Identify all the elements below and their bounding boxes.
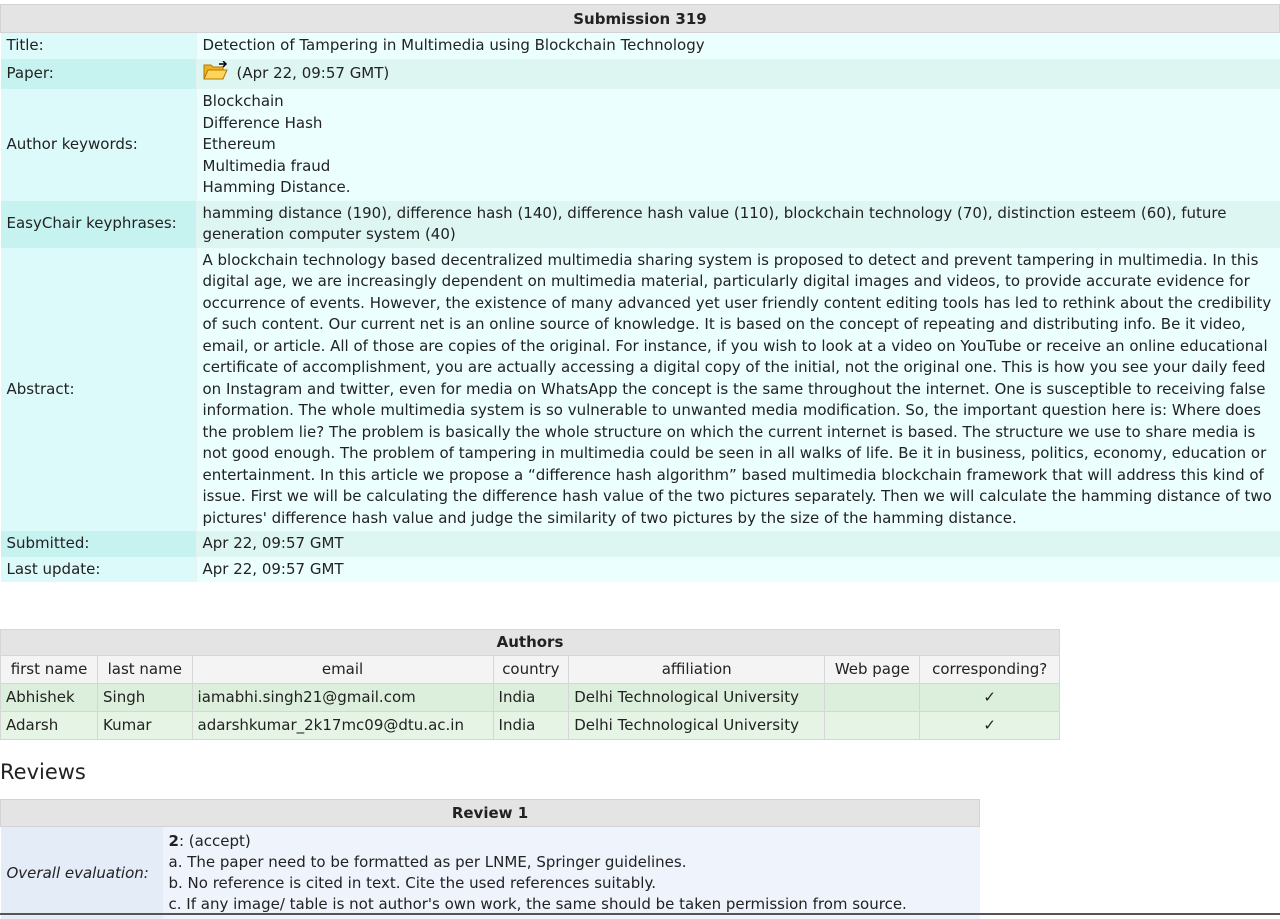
overall-evaluation-label: Overall evaluation:: [1, 827, 163, 919]
author-web-page: [825, 712, 920, 740]
overall-evaluation-value: 2: (accept) a. The paper need to be form…: [163, 827, 980, 919]
updated-value: Apr 22, 09:57 GMT: [196, 557, 1280, 583]
author-email: iamabhi.singh21@gmail.com: [192, 684, 493, 712]
table-row: Adarsh Kumar adarshkumar_2k17mc09@dtu.ac…: [1, 712, 1060, 740]
keywords-label: Author keywords:: [1, 89, 197, 201]
keyword: Difference Hash: [203, 113, 1275, 135]
review-caption: Review 1: [1, 800, 980, 827]
keyword: Blockchain: [203, 91, 1275, 113]
submission-table: Submission 319 Title: Detection of Tampe…: [0, 4, 1280, 582]
keyword: Ethereum: [203, 134, 1275, 156]
updated-label: Last update:: [1, 557, 197, 583]
bottom-divider: [0, 913, 1280, 915]
col-web-page: Web page: [825, 656, 920, 684]
col-affiliation: affiliation: [569, 656, 825, 684]
paper-date: (Apr 22, 09:57 GMT): [237, 64, 390, 82]
folder-open-icon[interactable]: [203, 61, 229, 88]
authors-table: Authors first name last name email count…: [0, 629, 1060, 740]
author-first-name: Abhishek: [1, 684, 98, 712]
author-affiliation: Delhi Technological University: [569, 684, 825, 712]
col-first-name: first name: [1, 656, 98, 684]
review-line: a. The paper need to be formatted as per…: [169, 852, 974, 873]
col-corresponding: corresponding?: [920, 656, 1060, 684]
keywords-list: Blockchain Difference Hash Ethereum Mult…: [196, 89, 1280, 201]
abstract-label: Abstract:: [1, 248, 197, 532]
author-last-name: Singh: [98, 684, 193, 712]
review-line: b. No reference is cited in text. Cite t…: [169, 873, 974, 894]
author-corresponding: ✓: [920, 684, 1060, 712]
paper-label: Paper:: [1, 59, 197, 90]
review-table: Review 1 Overall evaluation: 2: (accept)…: [0, 799, 980, 919]
col-country: country: [493, 656, 569, 684]
title-label: Title:: [1, 33, 197, 59]
keyword: Multimedia fraud: [203, 156, 1275, 178]
review-score: 2: [169, 832, 179, 850]
keyphrases-value: hamming distance (190), difference hash …: [196, 201, 1280, 248]
review-line: c. If any image/ table is not author's o…: [169, 894, 974, 915]
author-corresponding: ✓: [920, 712, 1060, 740]
paper-value: (Apr 22, 09:57 GMT): [196, 59, 1280, 90]
col-email: email: [192, 656, 493, 684]
author-last-name: Kumar: [98, 712, 193, 740]
reviews-heading: Reviews: [0, 760, 86, 784]
col-last-name: last name: [98, 656, 193, 684]
author-affiliation: Delhi Technological University: [569, 712, 825, 740]
keyphrases-label: EasyChair keyphrases:: [1, 201, 197, 248]
table-row: Abhishek Singh iamabhi.singh21@gmail.com…: [1, 684, 1060, 712]
authors-caption: Authors: [1, 630, 1060, 656]
submitted-value: Apr 22, 09:57 GMT: [196, 531, 1280, 557]
keyword: Hamming Distance.: [203, 177, 1275, 199]
author-first-name: Adarsh: [1, 712, 98, 740]
author-country: India: [493, 712, 569, 740]
author-web-page: [825, 684, 920, 712]
abstract-value: A blockchain technology based decentrali…: [196, 248, 1280, 532]
submission-title: Submission 319: [1, 5, 1280, 33]
author-country: India: [493, 684, 569, 712]
author-email: adarshkumar_2k17mc09@dtu.ac.in: [192, 712, 493, 740]
title-value: Detection of Tampering in Multimedia usi…: [196, 33, 1280, 59]
submitted-label: Submitted:: [1, 531, 197, 557]
review-score-text: : (accept): [179, 832, 251, 850]
